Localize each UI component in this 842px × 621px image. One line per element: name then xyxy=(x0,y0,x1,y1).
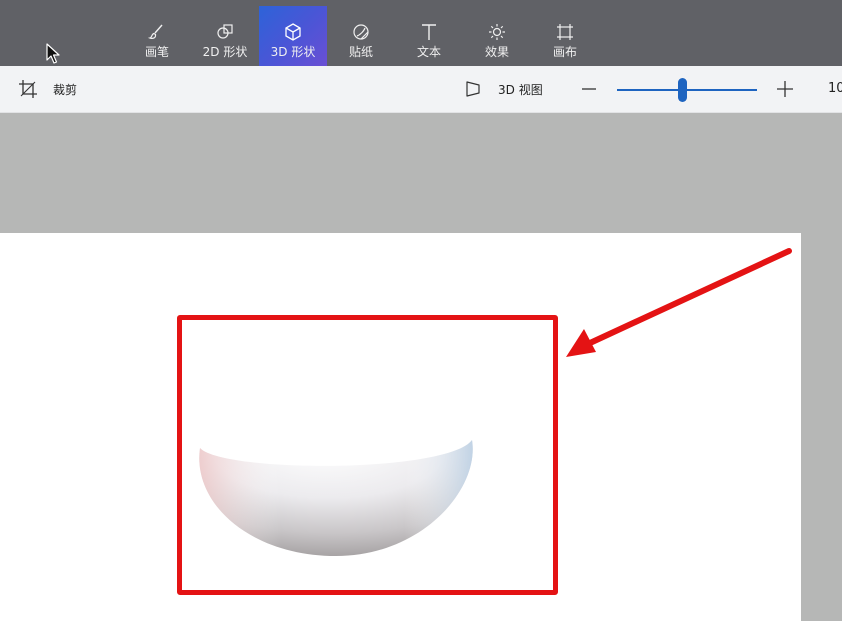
brush-icon xyxy=(147,24,163,39)
tool-3d-shapes[interactable]: 3D 形状 xyxy=(259,6,327,66)
zoom-value: 10 xyxy=(828,81,842,96)
crop-label: 裁剪 xyxy=(53,83,78,97)
tool-brushes[interactable]: 画笔 xyxy=(123,8,191,66)
mouse-cursor-icon xyxy=(46,43,60,64)
tool-brushes-label: 画笔 xyxy=(144,45,169,59)
tool-text[interactable]: 文本 xyxy=(395,8,463,66)
zoom-out-button[interactable] xyxy=(578,76,600,102)
zoom-slider-thumb[interactable] xyxy=(678,78,688,102)
3d-view-icon xyxy=(466,81,480,97)
sticker-icon xyxy=(353,24,369,40)
tool-stickers[interactable]: 贴纸 xyxy=(327,8,395,66)
tool-effects-label: 效果 xyxy=(484,45,509,59)
2d-shapes-icon xyxy=(217,24,233,39)
tool-2d-shapes[interactable]: 2D 形状 xyxy=(191,8,259,66)
tool-canvas[interactable]: 画布 xyxy=(531,8,599,66)
sun-icon xyxy=(489,24,505,40)
cube-icon xyxy=(285,23,301,41)
highlight-box-annotation xyxy=(177,315,558,595)
text-icon xyxy=(422,24,436,40)
tool-canvas-label: 画布 xyxy=(552,45,577,59)
tool-text-label: 文本 xyxy=(416,45,441,59)
tool-effects[interactable]: 效果 xyxy=(463,8,531,66)
red-arrow-annotation xyxy=(566,248,792,357)
crop-icon xyxy=(19,80,37,98)
crop-button[interactable]: 裁剪 xyxy=(18,76,88,102)
tool-2d-shapes-label: 2D 形状 xyxy=(202,45,248,59)
3d-view-button[interactable]: 3D 视图 xyxy=(463,76,553,102)
canvas-icon xyxy=(557,24,573,40)
zoom-in-button[interactable] xyxy=(773,76,797,102)
tool-stickers-label: 贴纸 xyxy=(348,45,373,59)
3d-view-label: 3D 视图 xyxy=(498,83,543,97)
top-ribbon: 画笔 2D 形状 3D 形状 贴纸 文本 效果 画布 xyxy=(0,0,842,66)
tool-3d-shapes-label: 3D 形状 xyxy=(270,45,316,59)
